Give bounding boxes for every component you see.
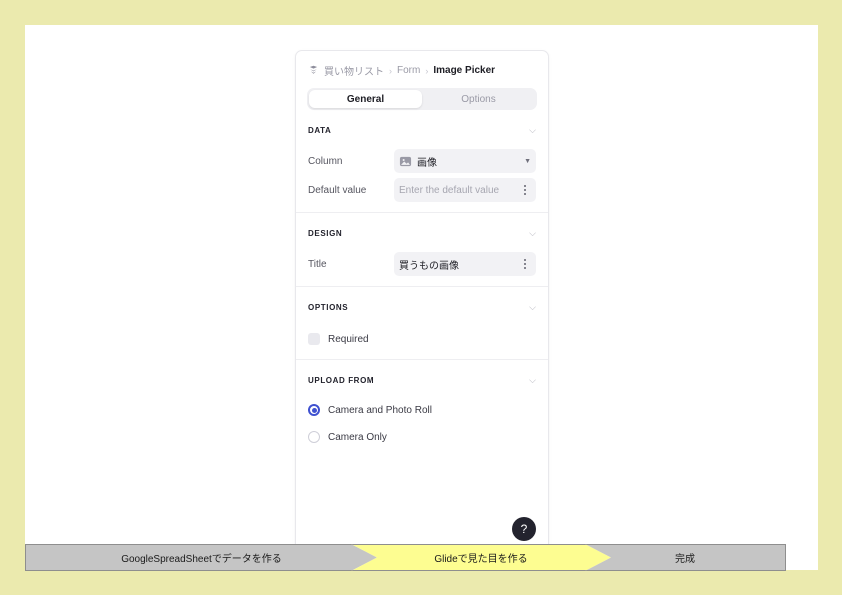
step-2-glide[interactable]: Glideで見た目を作る [351,544,611,571]
tab-general[interactable]: General [309,90,422,108]
radio-camera-and-photo-roll[interactable] [308,404,320,416]
column-dropdown[interactable]: 画像 ▼ [394,149,536,173]
breadcrumb-item-form[interactable]: Form [397,65,420,76]
step-3-complete[interactable]: 完成 [585,544,786,571]
segmented-tab-bar: General Options [307,88,537,110]
slide-page: 買い物リスト › Form › Image Picker General Opt… [25,25,818,571]
checkbox-label-required: Required [328,333,369,345]
breadcrumb: 買い物リスト › Form › Image Picker [296,51,548,84]
tab-options[interactable]: Options [422,90,535,108]
default-value-input[interactable]: Enter the default value [394,178,536,202]
more-options-icon[interactable] [519,259,531,269]
glide-app-icon [308,65,319,76]
breadcrumb-item-app[interactable]: 買い物リスト [324,63,384,78]
section-header-upload-from[interactable]: UPLOAD FROM ⌵ [308,366,536,394]
radio-label-camera-only: Camera Only [328,431,387,443]
step-3-label: 完成 [675,554,695,565]
section-title-options: OPTIONS [308,302,349,312]
title-input[interactable]: 買うもの画像 [394,252,536,276]
step-2-label: Glideで見た目を作る [434,554,528,565]
radio-row-camera-only[interactable]: Camera Only [308,426,536,448]
chevron-down-icon[interactable]: ⌵ [529,375,536,385]
section-options: OPTIONS ⌵ Required [296,293,548,360]
section-upload-from: UPLOAD FROM ⌵ Camera and Photo Roll Came… [296,366,548,458]
image-icon [399,155,412,168]
radio-label-camera-and-photo-roll: Camera and Photo Roll [328,404,432,416]
checkbox-row-required[interactable]: Required [308,329,536,349]
row-default-value: Default value Enter the default value [308,178,536,202]
step-1-label: GoogleSpreadSheetでデータを作る [121,554,282,565]
label-default-value: Default value [308,184,367,196]
section-header-design[interactable]: DESIGN ⌵ [308,219,536,247]
breadcrumb-separator: › [425,65,429,76]
radio-camera-only[interactable] [308,431,320,443]
radio-row-camera-and-photo-roll[interactable]: Camera and Photo Roll [308,399,536,421]
label-column: Column [308,155,343,167]
step-1-spreadsheet[interactable]: GoogleSpreadSheetでデータを作る [25,544,377,571]
section-title-design: DESIGN [308,228,343,238]
row-column: Column 画像 ▼ [308,149,536,173]
chevron-down-icon[interactable]: ⌵ [529,125,536,135]
label-title: Title [308,258,327,270]
chevron-down-icon[interactable]: ⌵ [529,302,536,312]
chevron-down-icon: ▼ [524,157,531,165]
default-value-placeholder: Enter the default value [399,184,500,196]
section-data: DATA ⌵ Column 画像 ▼ Default value Enter t… [296,116,548,213]
chevron-down-icon[interactable]: ⌵ [529,228,536,238]
section-header-options[interactable]: OPTIONS ⌵ [308,293,536,321]
section-header-data[interactable]: DATA ⌵ [308,116,536,144]
section-design: DESIGN ⌵ Title 買うもの画像 [296,219,548,287]
section-title-upload-from: UPLOAD FROM [308,375,375,385]
glide-config-panel: 買い物リスト › Form › Image Picker General Opt… [295,50,549,552]
more-options-icon[interactable] [519,185,531,195]
step-banner: GoogleSpreadSheetでデータを作る Glideで見た目を作る 完成 [25,544,812,571]
help-button[interactable]: ? [512,517,536,541]
row-title: Title 買うもの画像 [308,252,536,276]
breadcrumb-item-image-picker[interactable]: Image Picker [433,65,495,76]
title-value: 買うもの画像 [399,260,459,272]
section-title-data: DATA [308,125,332,135]
column-value: 画像 [417,157,437,169]
checkbox-required[interactable] [308,333,320,345]
breadcrumb-separator: › [389,65,392,76]
